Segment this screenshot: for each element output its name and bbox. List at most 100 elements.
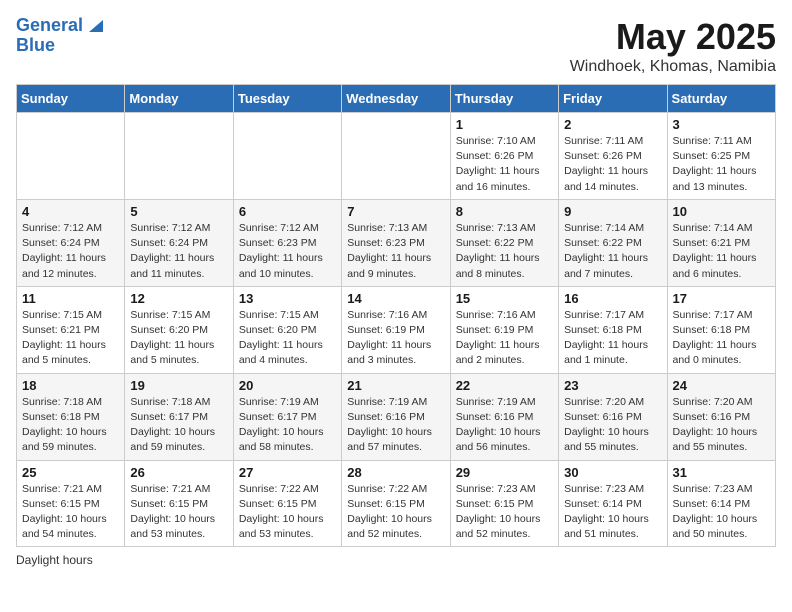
calendar-cell: 30 Sunrise: 7:23 AMSunset: 6:14 PMDayligh… [559,460,667,547]
calendar-cell: 8 Sunrise: 7:13 AMSunset: 6:22 PMDaylight… [450,199,558,286]
calendar-cell: 15 Sunrise: 7:16 AMSunset: 6:19 PMDayligh… [450,286,558,373]
calendar-cell: 2 Sunrise: 7:11 AMSunset: 6:26 PMDaylight… [559,113,667,200]
day-info: Sunrise: 7:23 AMSunset: 6:14 PMDaylight:… [564,482,661,543]
day-info: Sunrise: 7:18 AMSunset: 6:18 PMDaylight:… [22,395,119,456]
day-number: 17 [673,291,770,306]
logo-text: General [16,16,83,36]
calendar-cell: 6Sunrise: 7:12 AMSunset: 6:23 PMDaylight… [233,199,341,286]
day-number: 6 [239,204,336,219]
calendar-week-3: 11 Sunrise: 7:15 AMSunset: 6:21 PMDayligh… [17,286,776,373]
calendar-cell: 11 Sunrise: 7:15 AMSunset: 6:21 PMDayligh… [17,286,125,373]
day-info: Sunrise: 7:10 AMSunset: 6:26 PMDaylight:… [456,134,553,195]
day-number: 15 [456,291,553,306]
day-number: 24 [673,378,770,393]
day-number: 3 [673,117,770,132]
calendar-cell: 21 Sunrise: 7:19 AMSunset: 6:16 PMDayligh… [342,373,450,460]
calendar-week-4: 18Sunrise: 7:18 AMSunset: 6:18 PMDayligh… [17,373,776,460]
calendar-cell: 20Sunrise: 7:19 AMSunset: 6:17 PMDayligh… [233,373,341,460]
logo-icon [85,14,107,36]
day-info: Sunrise: 7:15 AMSunset: 6:21 PMDaylight:… [22,308,119,369]
day-number: 13 [239,291,336,306]
footer: Daylight hours [16,553,776,567]
day-number: 10 [673,204,770,219]
calendar-cell [125,113,233,200]
day-number: 2 [564,117,661,132]
day-number: 30 [564,465,661,480]
calendar-cell: 28 Sunrise: 7:22 AMSunset: 6:15 PMDayligh… [342,460,450,547]
calendar-header-row: SundayMondayTuesdayWednesdayThursdayFrid… [17,85,776,113]
day-info: Sunrise: 7:20 AMSunset: 6:16 PMDaylight:… [673,395,770,456]
calendar-cell: 23Sunrise: 7:20 AMSunset: 6:16 PMDayligh… [559,373,667,460]
calendar-cell: 12 Sunrise: 7:15 AMSunset: 6:20 PMDayligh… [125,286,233,373]
day-number: 26 [130,465,227,480]
day-number: 4 [22,204,119,219]
day-info: Sunrise: 7:12 AMSunset: 6:24 PMDaylight:… [130,221,227,282]
calendar-week-5: 25Sunrise: 7:21 AMSunset: 6:15 PMDayligh… [17,460,776,547]
day-number: 11 [22,291,119,306]
calendar-cell: 24 Sunrise: 7:20 AMSunset: 6:16 PMDayligh… [667,373,775,460]
day-info: Sunrise: 7:11 AMSunset: 6:26 PMDaylight:… [564,134,661,195]
calendar-table: SundayMondayTuesdayWednesdayThursdayFrid… [16,84,776,547]
day-info: Sunrise: 7:16 AMSunset: 6:19 PMDaylight:… [347,308,444,369]
day-info: Sunrise: 7:14 AMSunset: 6:22 PMDaylight:… [564,221,661,282]
calendar-cell: 17Sunrise: 7:17 AMSunset: 6:18 PMDayligh… [667,286,775,373]
day-info: Sunrise: 7:19 AMSunset: 6:16 PMDaylight:… [347,395,444,456]
calendar-cell: 19Sunrise: 7:18 AMSunset: 6:17 PMDayligh… [125,373,233,460]
day-number: 29 [456,465,553,480]
day-number: 1 [456,117,553,132]
day-number: 21 [347,378,444,393]
day-info: Sunrise: 7:17 AMSunset: 6:18 PMDaylight:… [564,308,661,369]
weekday-header-thursday: Thursday [450,85,558,113]
calendar-week-1: 1 Sunrise: 7:10 AMSunset: 6:26 PMDaylight… [17,113,776,200]
calendar-week-2: 4 Sunrise: 7:12 AMSunset: 6:24 PMDaylight… [17,199,776,286]
day-number: 16 [564,291,661,306]
day-info: Sunrise: 7:22 AMSunset: 6:15 PMDaylight:… [239,482,336,543]
day-info: Sunrise: 7:19 AMSunset: 6:17 PMDaylight:… [239,395,336,456]
calendar-body: 1 Sunrise: 7:10 AMSunset: 6:26 PMDaylight… [17,113,776,547]
weekday-header-tuesday: Tuesday [233,85,341,113]
day-number: 5 [130,204,227,219]
day-number: 19 [130,378,227,393]
day-info: Sunrise: 7:15 AMSunset: 6:20 PMDaylight:… [239,308,336,369]
day-info: Sunrise: 7:19 AMSunset: 6:16 PMDaylight:… [456,395,553,456]
calendar-cell: 10 Sunrise: 7:14 AMSunset: 6:21 PMDayligh… [667,199,775,286]
day-info: Sunrise: 7:16 AMSunset: 6:19 PMDaylight:… [456,308,553,369]
calendar-cell: 25Sunrise: 7:21 AMSunset: 6:15 PMDayligh… [17,460,125,547]
weekday-header-sunday: Sunday [17,85,125,113]
calendar-cell: 5 Sunrise: 7:12 AMSunset: 6:24 PMDaylight… [125,199,233,286]
day-number: 8 [456,204,553,219]
day-number: 14 [347,291,444,306]
day-number: 9 [564,204,661,219]
day-number: 12 [130,291,227,306]
day-number: 28 [347,465,444,480]
calendar-cell: 4 Sunrise: 7:12 AMSunset: 6:24 PMDaylight… [17,199,125,286]
day-info: Sunrise: 7:23 AMSunset: 6:14 PMDaylight:… [673,482,770,543]
day-info: Sunrise: 7:14 AMSunset: 6:21 PMDaylight:… [673,221,770,282]
day-number: 7 [347,204,444,219]
day-info: Sunrise: 7:21 AMSunset: 6:15 PMDaylight:… [22,482,119,543]
day-info: Sunrise: 7:15 AMSunset: 6:20 PMDaylight:… [130,308,227,369]
calendar-cell: 31 Sunrise: 7:23 AMSunset: 6:14 PMDayligh… [667,460,775,547]
day-info: Sunrise: 7:22 AMSunset: 6:15 PMDaylight:… [347,482,444,543]
day-info: Sunrise: 7:13 AMSunset: 6:22 PMDaylight:… [456,221,553,282]
calendar-cell: 7Sunrise: 7:13 AMSunset: 6:23 PMDaylight… [342,199,450,286]
day-info: Sunrise: 7:23 AMSunset: 6:15 PMDaylight:… [456,482,553,543]
day-number: 31 [673,465,770,480]
title-block: May 2025 Windhoek, Khomas, Namibia [570,16,776,76]
month-title: May 2025 [570,16,776,58]
calendar-cell: 9 Sunrise: 7:14 AMSunset: 6:22 PMDaylight… [559,199,667,286]
day-number: 27 [239,465,336,480]
calendar-cell: 27 Sunrise: 7:22 AMSunset: 6:15 PMDayligh… [233,460,341,547]
weekday-header-monday: Monday [125,85,233,113]
weekday-header-friday: Friday [559,85,667,113]
calendar-cell [17,113,125,200]
calendar-cell: 22Sunrise: 7:19 AMSunset: 6:16 PMDayligh… [450,373,558,460]
logo-blue-text: Blue [16,36,55,56]
calendar-cell: 29 Sunrise: 7:23 AMSunset: 6:15 PMDayligh… [450,460,558,547]
weekday-header-wednesday: Wednesday [342,85,450,113]
daylight-hours-label: Daylight hours [16,553,93,567]
day-info: Sunrise: 7:20 AMSunset: 6:16 PMDaylight:… [564,395,661,456]
calendar-cell: 14 Sunrise: 7:16 AMSunset: 6:19 PMDayligh… [342,286,450,373]
page-header: General Blue May 2025 Windhoek, Khomas, … [16,16,776,76]
day-info: Sunrise: 7:12 AMSunset: 6:24 PMDaylight:… [22,221,119,282]
